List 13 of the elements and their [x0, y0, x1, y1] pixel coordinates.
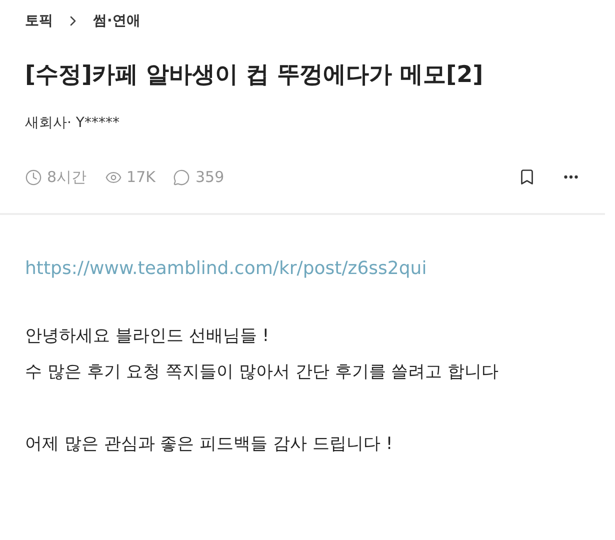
- meta-text: 17K: [126, 167, 156, 188]
- meta-text: 359: [195, 167, 224, 188]
- bookmark-icon[interactable]: [518, 168, 536, 186]
- body-text: 어제 많은 관심과 좋은 피드백들 감사 드립니다 !: [25, 432, 394, 456]
- breadcrumb-link[interactable]: 토픽: [25, 10, 53, 32]
- post-title: [수정]카페 알바생이 컵 뚜껑에다가 메모[2]: [25, 61, 484, 90]
- meta-text: 8시간: [47, 167, 87, 188]
- body-text: 수 많은 후기 요청 쪽지들이 많아서 간단 후기를 쓸려고 합니다: [25, 360, 500, 384]
- clock-icon: [25, 168, 42, 186]
- author-name: 새회사· Y*****: [25, 114, 120, 133]
- breadcrumb-link[interactable]: 썸·연애: [93, 10, 140, 32]
- comment-icon: [173, 168, 190, 186]
- body-text: 안녕하세요 블라인드 선배님들 !: [25, 324, 270, 348]
